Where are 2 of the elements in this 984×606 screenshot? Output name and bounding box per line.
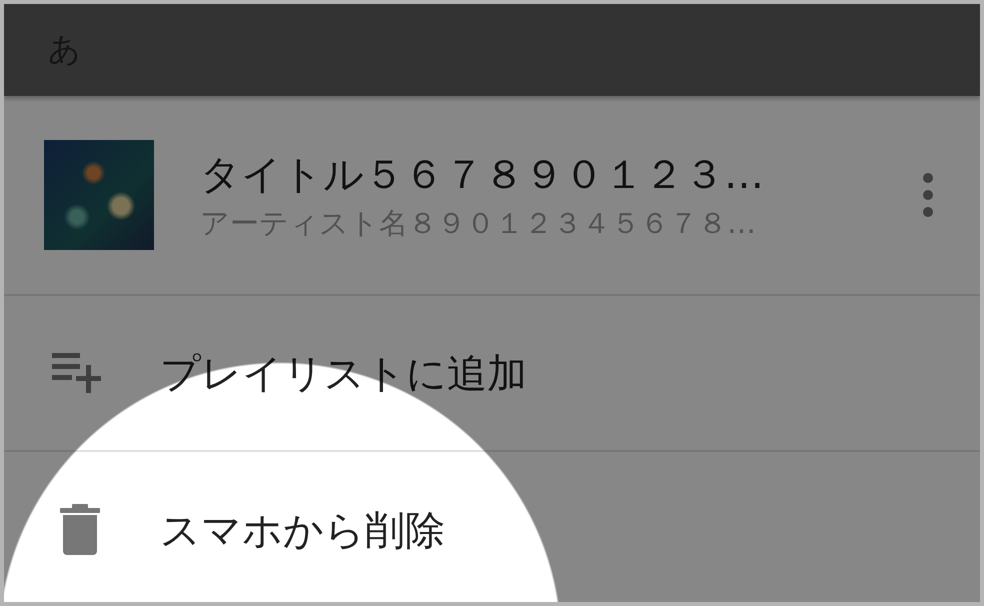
track-title: タイトル５６７８９０１２３… bbox=[200, 150, 765, 200]
more-icon[interactable] bbox=[922, 172, 934, 218]
